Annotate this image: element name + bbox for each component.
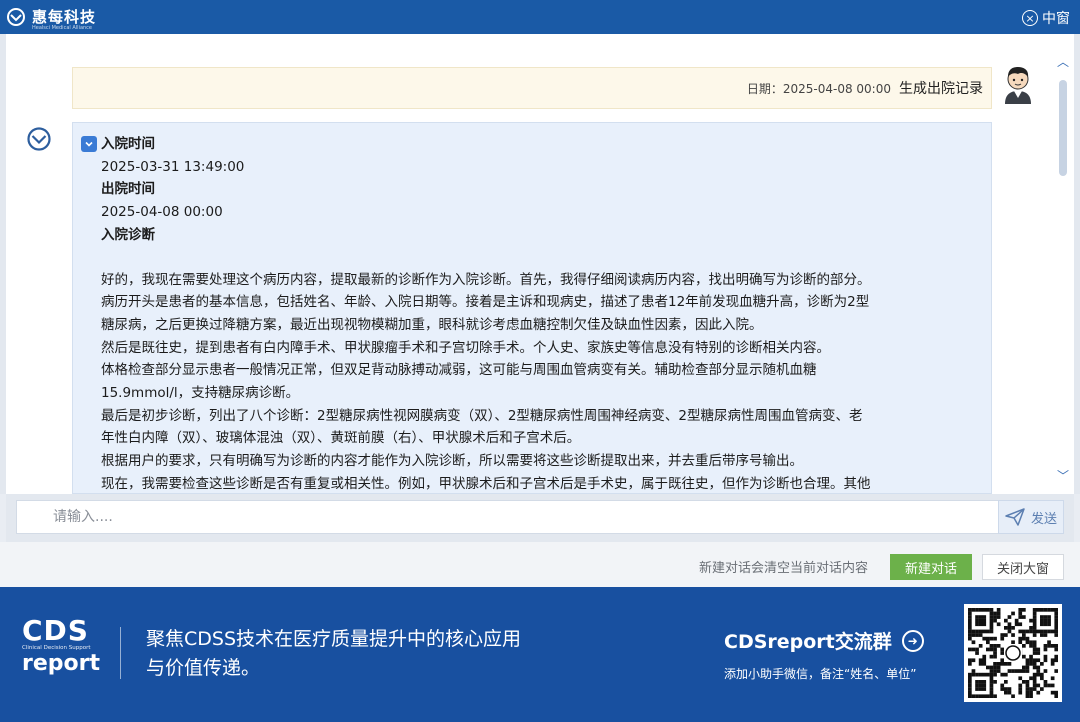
close-large-window-button[interactable]: 关闭大窗 (982, 554, 1064, 580)
message-line: 病历开头是患者的基本信息，包括姓名、年龄、入院日期等。接着是主诉和现病史，描述了… (101, 294, 870, 311)
slogan-line-2: 与价值传递。 (146, 657, 261, 679)
send-button[interactable]: 发送 (998, 500, 1064, 534)
message-line: 糖尿病，之后更换过降糖方案，最近出现视物模糊加重，眼科就诊考虑血糖控制欠佳及缺血… (101, 316, 763, 333)
assistant-logo-icon (27, 127, 51, 151)
group-title: CDSreport交流群 ➜ (724, 627, 924, 654)
message-line: 2025-03-31 13:49:00 (101, 158, 245, 175)
chevron-down-icon[interactable] (81, 136, 97, 152)
slogan-line-1: 聚焦CDSS技术在医疗质量提升中的核心应用 (146, 628, 522, 650)
brand-logo-icon (7, 7, 25, 26)
banner-slogan: 聚焦CDSS技术在医疗质量提升中的核心应用 与价值传递。 (146, 625, 521, 683)
chat-area: 日期：2025-04-08 00:00 生成出院记录 入院时间 2025-03-3… (0, 34, 1080, 494)
banner-divider (120, 627, 121, 679)
brand-name: 惠每科技 (32, 8, 97, 26)
send-icon (1005, 508, 1025, 526)
qr-code-graphic (968, 608, 1059, 699)
window-size-button[interactable]: × 中窗 (1022, 8, 1070, 28)
user-avatar-icon (1005, 67, 1031, 104)
assistant-message-content: 入院时间 2025-03-31 13:49:00 出院时间 2025-04-08 00… (101, 133, 981, 493)
close-circle-icon: × (1022, 10, 1038, 26)
message-line: 好的，我现在需要处理这个病历内容，提取最新的诊断作为入院诊断。首先，我得仔细阅读… (101, 271, 871, 288)
scrollbar-thumb[interactable] (1059, 80, 1067, 176)
assistant-message-bubble: 入院时间 2025-03-31 13:49:00 出院时间 2025-04-08 00… (72, 122, 992, 494)
message-input[interactable] (16, 500, 1002, 534)
logo-subtitle: Clinical Decision Support (22, 645, 91, 651)
qr-code-image (964, 604, 1062, 702)
scrollbar-track[interactable] (1054, 70, 1072, 466)
user-message-text: 生成出院记录 (899, 81, 983, 97)
group-subtitle: 添加小助手微信，备注“姓名、单位” (724, 667, 917, 681)
message-line: 2025-04-08 00:00 (101, 204, 223, 221)
message-line: 然后是既往史，提到患者有白内障手术、甲状腺瘤手术和子宫切除手术。个人史、家族史等… (101, 339, 830, 356)
send-label: 发送 (1030, 511, 1057, 527)
section-heading: 入院诊断 (101, 226, 155, 243)
section-heading: 出院时间 (101, 181, 155, 198)
message-line: 体格检查部分显示患者一般情况正常，但双足背动脉搏动减弱，这可能与周围血管病变有关… (101, 362, 817, 379)
action-row: 新建对话会清空当前对话内容 新建对话 关闭大窗 (0, 542, 1080, 587)
group-title-text: CDSreport交流群 (724, 631, 892, 653)
input-row: 发送 (6, 494, 1074, 542)
logo-report-text: report (22, 651, 100, 676)
message-line: 现在，我需要检查这些诊断是否有重复或相关性。例如，甲状腺术后和子宫术后是手术史，… (101, 475, 871, 492)
message-date: 日期：2025-04-08 00:00 (746, 81, 891, 96)
title-bar: 惠每科技 Healsci Medical Alliance × 中窗 (0, 0, 1080, 34)
logo-cds-text: CDS (22, 614, 89, 647)
window-size-label: 中窗 (1042, 11, 1070, 27)
scroll-up-icon[interactable]: ︿ (1054, 52, 1072, 70)
message-line: 15.9mmol/l，支持糖尿病诊断。 (101, 385, 300, 402)
scroll-down-icon[interactable]: ﹀ (1054, 466, 1072, 484)
new-chat-button[interactable]: 新建对话 (890, 554, 972, 580)
message-line: 年性白内障（双）、玻璃体混浊（双）、黄斑前膜（右）、甲状腺术后和子宫术后。 (101, 430, 581, 447)
promo-banner: CDS Clinical Decision Support report 聚焦C… (0, 587, 1080, 722)
arrow-right-icon[interactable]: ➜ (901, 629, 924, 652)
user-message-bubble: 日期：2025-04-08 00:00 生成出院记录 (72, 67, 992, 109)
brand: 惠每科技 Healsci Medical Alliance (6, 6, 97, 31)
app-window: 惠每科技 Healsci Medical Alliance × 中窗 日期：20… (0, 0, 1080, 722)
section-heading: 入院时间 (101, 136, 155, 152)
message-line: 最后是初步诊断，列出了八个诊断：2型糖尿病性视网膜病变（双）、2型糖尿病性周围神… (101, 407, 863, 424)
brand-subtitle: Healsci Medical Alliance (32, 25, 93, 31)
cds-report-logo: CDS Clinical Decision Support report (22, 617, 102, 677)
new-chat-hint: 新建对话会清空当前对话内容 (698, 561, 868, 576)
chat-scrollbar[interactable]: ︿ ﹀ (1054, 52, 1072, 492)
message-line: 根据用户的要求，只有明确写为诊断的内容才能作为入院诊断，所以需要将这些诊断提取出… (101, 453, 803, 470)
